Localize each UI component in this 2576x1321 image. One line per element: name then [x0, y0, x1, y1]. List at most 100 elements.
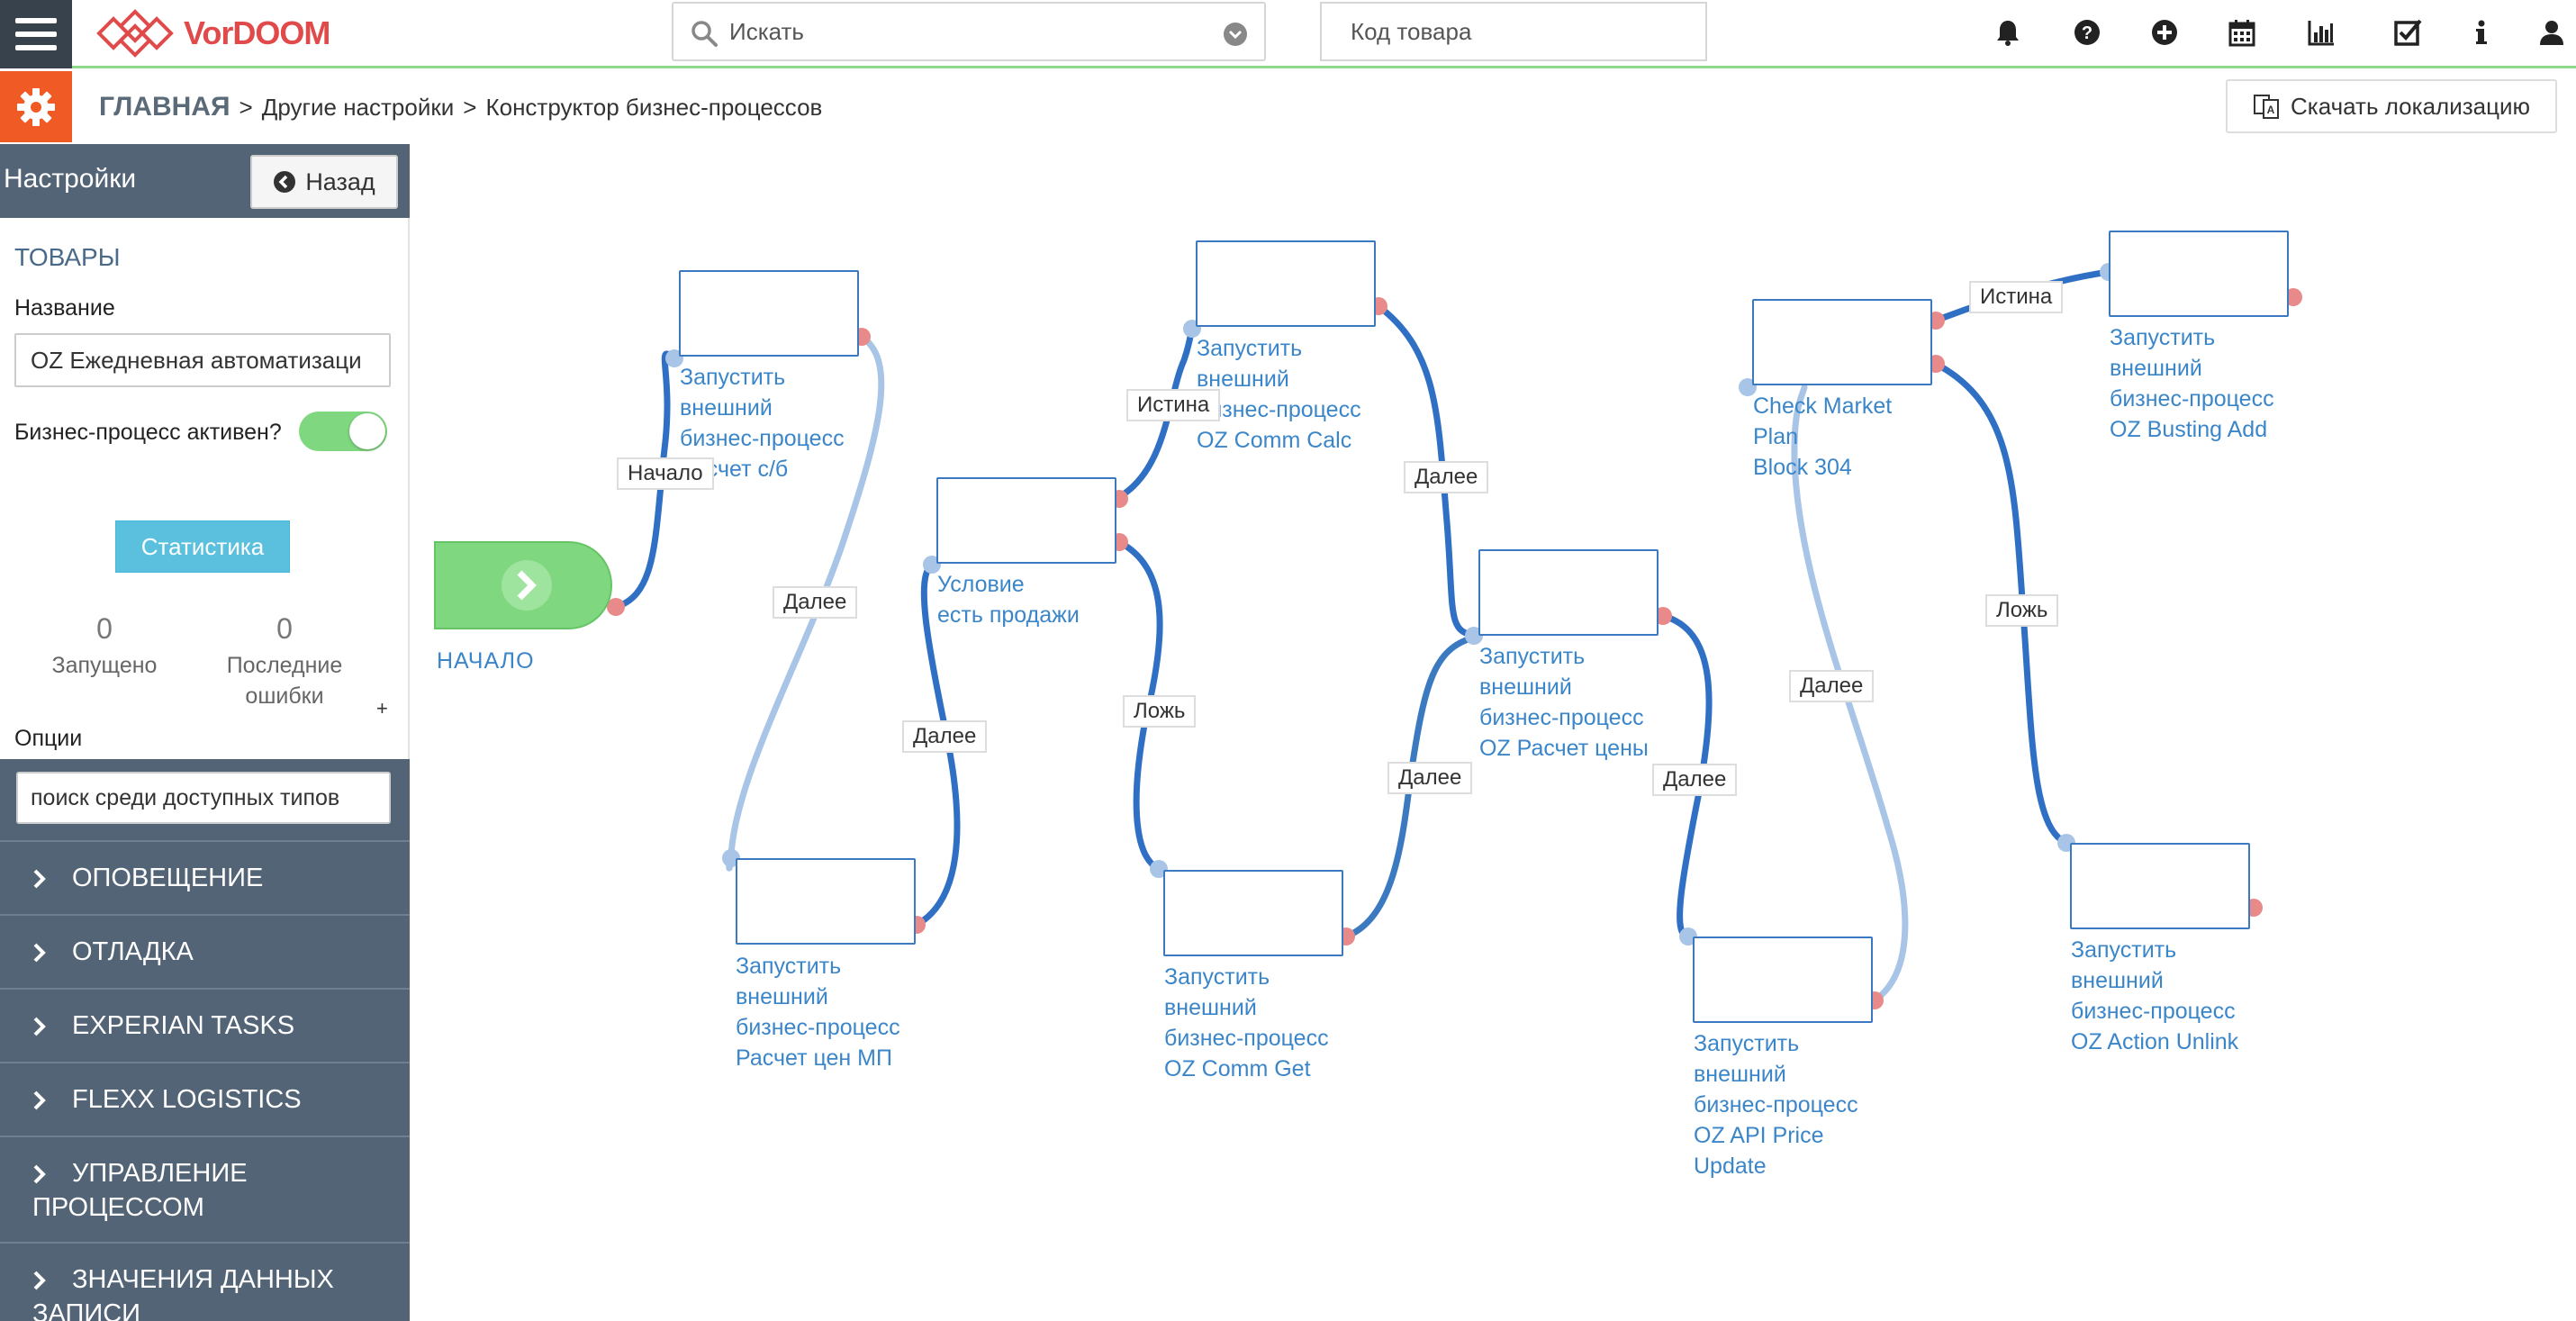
node-label-line: OZ Action Unlink — [2071, 1029, 2239, 1054]
node-label-line: OZ Расчет цены — [1479, 736, 1649, 761]
checkbox-icon[interactable] — [2391, 16, 2424, 49]
start-node[interactable] — [433, 540, 613, 630]
category-experian-tasks[interactable]: EXPERIAN TASKS — [0, 988, 410, 1062]
menu-icon[interactable] — [0, 0, 72, 68]
category-notification[interactable]: ОПОВЕЩЕНИЕ — [0, 840, 410, 914]
flow-node-run-external[interactable] — [1163, 870, 1343, 956]
statistics-button[interactable]: Статистика — [115, 520, 290, 573]
logo-text: VorDOOM — [184, 14, 330, 51]
chevron-right-icon — [33, 1017, 46, 1036]
gear-icon — [17, 87, 55, 126]
node-label-line: внешний — [1164, 995, 1257, 1020]
edge-label-true[interactable]: Истина — [1126, 389, 1221, 421]
plus-circle-icon[interactable] — [2148, 16, 2181, 49]
node-label-line: бизнес-процесс — [680, 426, 845, 451]
flow-node-run-external[interactable] — [2109, 231, 2289, 317]
errors-count: 0 — [276, 612, 293, 645]
search-icon — [691, 21, 718, 47]
product-code-input[interactable] — [1351, 13, 1684, 50]
node-label-line: внешний — [2071, 968, 2164, 993]
node-label-line: Check Market — [1753, 394, 1893, 419]
errors-caption: Последние ошибки — [212, 650, 357, 711]
flow-node-condition[interactable] — [936, 477, 1116, 564]
node-label-line: внешний — [680, 395, 773, 421]
category-label: ЗАПИСИ — [32, 1299, 141, 1321]
product-code-box[interactable] — [1320, 2, 1707, 61]
node-label-line: Запустить — [1694, 1031, 1800, 1056]
download-localization-button[interactable]: A Скачать локализацию — [2226, 79, 2557, 133]
svg-text:?: ? — [2082, 23, 2092, 43]
node-label: Запустить внешний бизнес-процесс OZ Comm… — [1164, 962, 1329, 1084]
options-label: Опции — [14, 726, 83, 751]
flow-node-run-external[interactable] — [2070, 843, 2250, 929]
search-box[interactable] — [672, 2, 1266, 61]
edge-label-next[interactable]: Далее — [1387, 762, 1473, 794]
node-label-line: Запустить — [1479, 644, 1586, 669]
node-label-line: Запустить — [1164, 964, 1270, 990]
category-label: УПРАВЛЕНИЕ — [72, 1159, 248, 1188]
edge-label-false[interactable]: Ложь — [1123, 695, 1197, 728]
flow-canvas[interactable]: НАЧАЛО Запустить внешний бизнес-процесс … — [411, 144, 2576, 1321]
edge-label-next[interactable]: Далее — [1789, 670, 1875, 702]
category-process-management[interactable]: УПРАВЛЕНИЕ ПРОЦЕССОМ — [0, 1136, 410, 1242]
bell-icon[interactable] — [1992, 16, 2024, 49]
calendar-icon[interactable] — [2226, 16, 2258, 49]
node-label-line: Update — [1694, 1154, 1767, 1179]
name-field[interactable]: OZ Ежедневная автоматизаци — [14, 333, 391, 387]
started-caption: Запущено — [51, 653, 158, 678]
flow-node-run-external[interactable] — [1478, 549, 1659, 636]
node-label-line: OZ Comm Get — [1164, 1056, 1311, 1081]
settings-gear-button[interactable] — [0, 71, 72, 142]
types-search-input[interactable] — [16, 772, 391, 824]
arrow-left-circle-icon — [274, 171, 296, 193]
edge-label-start[interactable]: Начало — [617, 457, 714, 490]
node-label: Условие есть продажи — [937, 569, 1080, 630]
flow-node-run-external[interactable] — [1196, 240, 1376, 327]
category-debug[interactable]: ОТЛАДКА — [0, 914, 410, 988]
breadcrumb-home[interactable]: ГЛАВНАЯ — [99, 92, 230, 122]
breadcrumb: ГЛАВНАЯ > Другие настройки > Конструктор… — [99, 86, 822, 129]
svg-text:A: A — [2267, 104, 2275, 116]
edge-label-true[interactable]: Истина — [1969, 281, 2064, 313]
user-icon[interactable] — [2535, 16, 2568, 49]
flow-node-run-external[interactable] — [736, 858, 916, 945]
edge-label-false[interactable]: Ложь — [1985, 594, 2059, 627]
breadcrumb-other-settings[interactable]: Другие настройки — [262, 94, 455, 122]
edge-label-next[interactable]: Далее — [1404, 461, 1489, 493]
breadcrumb-current: Конструктор бизнес-процессов — [485, 93, 823, 121]
search-input[interactable] — [729, 13, 1198, 50]
node-label-line: внешний — [1479, 674, 1572, 700]
bar-chart-icon[interactable] — [2305, 16, 2337, 49]
errors-caption-line: Последние — [226, 653, 343, 678]
flow-node-run-external[interactable] — [1693, 936, 1873, 1023]
chevron-right-icon — [33, 1090, 46, 1110]
edge-label-next[interactable]: Далее — [773, 586, 858, 619]
node-label-line: бизнес-процесс — [2071, 999, 2236, 1024]
help-icon[interactable]: ? — [2071, 16, 2103, 49]
download-localization-label: Скачать локализацию — [2291, 92, 2531, 120]
flow-node-check[interactable] — [1752, 299, 1932, 385]
chevron-right-icon — [33, 943, 46, 963]
start-label: НАЧАЛО — [437, 648, 535, 674]
node-label-line: Условие — [937, 572, 1025, 597]
edge-label-next[interactable]: Далее — [1652, 764, 1738, 796]
category-label: ЗНАЧЕНИЯ ДАННЫХ — [72, 1265, 334, 1294]
sidebar-header: Настройки Назад — [0, 144, 410, 218]
node-label-line: бизнес-процесс — [1164, 1026, 1329, 1051]
node-label-line: бизнес-процесс — [1197, 397, 1361, 422]
back-button[interactable]: Назад — [250, 155, 398, 209]
flow-node-run-external[interactable] — [679, 270, 859, 357]
category-record-data-values[interactable]: ЗНАЧЕНИЯ ДАННЫХ ЗАПИСИ — [0, 1242, 410, 1321]
active-toggle[interactable] — [299, 412, 387, 451]
info-icon[interactable] — [2465, 16, 2498, 49]
node-label-line: Запустить — [680, 365, 786, 390]
edge-label-next[interactable]: Далее — [902, 720, 988, 753]
node-label-line: Plan — [1753, 424, 1799, 449]
expand-plus[interactable]: + — [376, 697, 388, 720]
category-flexx-logistics[interactable]: FLEXX LOGISTICS — [0, 1062, 410, 1136]
chevron-right-icon — [33, 869, 46, 889]
node-label: Запустить внешний бизнес-процесс OZ API … — [1694, 1028, 1858, 1181]
breadcrumb-separator: > — [463, 93, 477, 121]
chevron-down-icon[interactable] — [1223, 22, 1248, 47]
logo[interactable]: VorDOOM — [94, 5, 330, 61]
